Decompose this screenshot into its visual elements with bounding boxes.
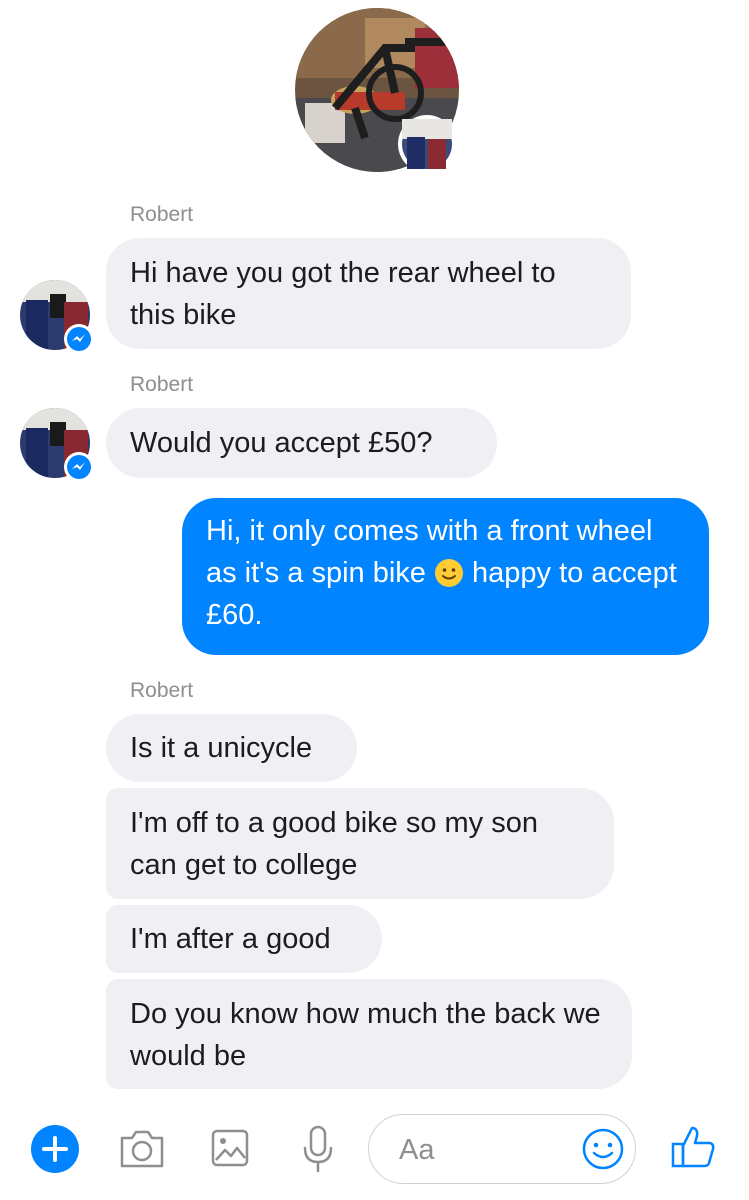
message-bubble-incoming[interactable]: Hi have you got the rear wheel to this b…	[106, 238, 631, 349]
message-bubble-incoming[interactable]: I'm off to a good bike so my son can get…	[106, 788, 614, 899]
emoji-icon[interactable]	[581, 1127, 625, 1171]
avatar-photo	[402, 119, 452, 169]
header-avatar-badge	[398, 115, 456, 173]
messenger-icon	[64, 452, 94, 482]
message-text: Do you know how much the back we would b…	[130, 998, 601, 1072]
microphone-icon[interactable]	[300, 1124, 336, 1174]
message-bubble-outgoing[interactable]: Hi, it only comes with a front wheel as …	[182, 498, 709, 655]
message-bubble-incoming[interactable]: I'm after a good	[106, 905, 382, 973]
image-icon[interactable]	[210, 1128, 250, 1168]
message-bubble-incoming[interactable]: Do you know how much the back we would b…	[106, 979, 632, 1089]
camera-icon[interactable]	[118, 1128, 166, 1170]
composer-bar	[0, 1098, 749, 1200]
sender-name: Robert	[130, 373, 194, 396]
slightly-smiling-face-icon	[434, 559, 463, 587]
sender-name: Robert	[130, 203, 194, 226]
avatar[interactable]	[20, 280, 94, 354]
message-input-field[interactable]	[368, 1114, 636, 1184]
message-text: I'm after a good	[130, 923, 331, 955]
message-bubble-incoming[interactable]: Would you accept £50?	[106, 408, 497, 478]
messenger-icon	[64, 324, 94, 354]
avatar[interactable]	[20, 408, 94, 482]
plus-icon[interactable]	[31, 1125, 79, 1173]
sender-name: Robert	[130, 679, 194, 702]
message-input[interactable]	[397, 1129, 571, 1171]
thumbs-up-icon[interactable]	[668, 1122, 718, 1172]
message-text: Would you accept £50?	[130, 427, 433, 459]
message-bubble-incoming[interactable]: Is it a unicycle	[106, 714, 357, 782]
message-text: Is it a unicycle	[130, 732, 313, 764]
message-text: I'm off to a good bike so my son can get…	[130, 807, 538, 881]
message-text: Hi have you got the rear wheel to this b…	[130, 257, 556, 331]
